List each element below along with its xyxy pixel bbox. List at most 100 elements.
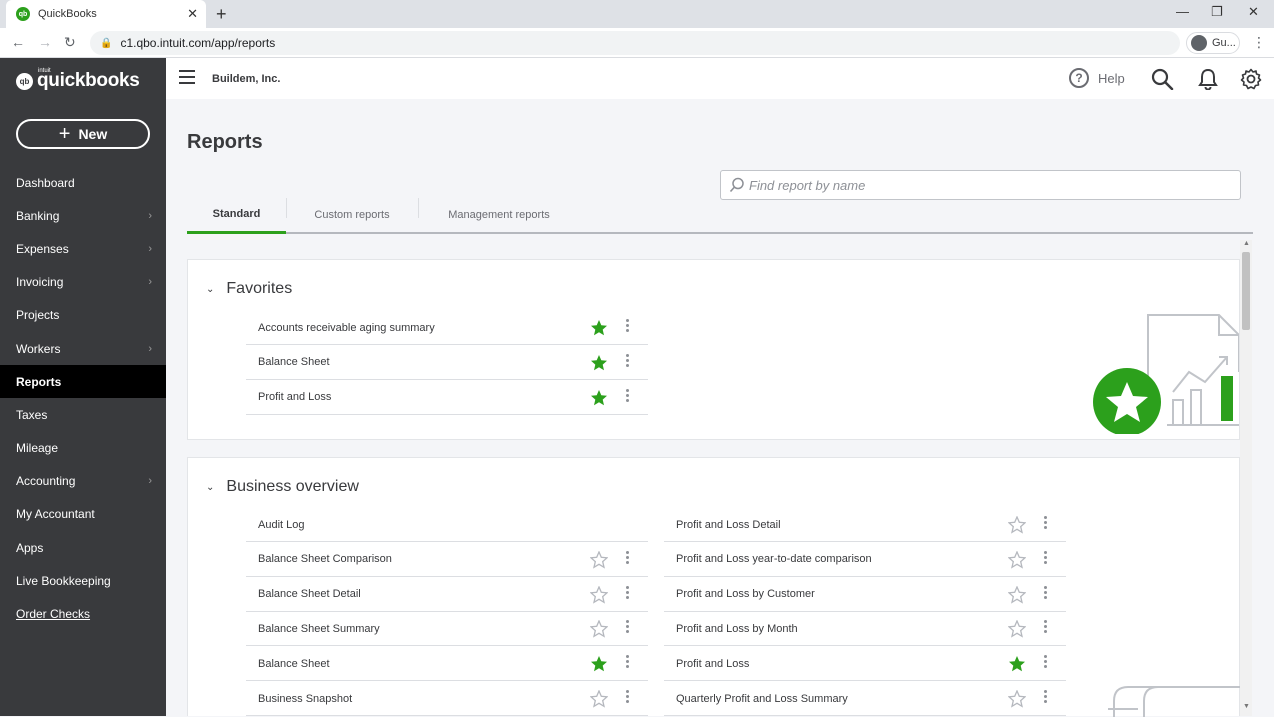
close-window-icon[interactable]: ✕ — [1248, 4, 1259, 20]
sidebar-item-my-accountant[interactable]: My Accountant — [0, 498, 166, 531]
forward-icon[interactable]: → — [38, 34, 52, 50]
browser-tab[interactable]: qb QuickBooks ✕ — [6, 0, 206, 28]
report-name[interactable]: Balance Sheet Comparison — [258, 553, 392, 565]
favorite-star-filled-icon[interactable] — [1008, 655, 1026, 673]
favorite-star-outline-icon[interactable] — [590, 585, 608, 604]
report-row[interactable]: Profit and Loss — [664, 647, 1066, 682]
report-name[interactable]: Profit and Loss — [258, 391, 331, 403]
favorite-star-outline-icon[interactable] — [1008, 620, 1026, 639]
new-tab-icon[interactable]: + — [216, 4, 227, 25]
more-options-icon[interactable] — [626, 620, 630, 635]
report-name[interactable]: Balance Sheet Detail — [258, 588, 361, 600]
tab-standard[interactable]: Standard — [187, 196, 286, 234]
profile-button[interactable]: Gu... — [1186, 32, 1240, 54]
report-row[interactable]: Profit and Loss by Month — [664, 612, 1066, 647]
favorite-star-filled-icon[interactable] — [590, 655, 608, 673]
more-options-icon[interactable] — [1044, 550, 1048, 566]
report-row[interactable]: Balance Sheet Summary — [246, 612, 648, 647]
url-field[interactable]: 🔒 c1.qbo.intuit.com/app/reports — [90, 31, 1180, 55]
sidebar-item-mileage[interactable]: Mileage — [0, 432, 166, 465]
help-button[interactable]: ? Help — [1069, 68, 1125, 88]
reload-icon[interactable]: ↻ — [64, 34, 76, 51]
report-name[interactable]: Balance Sheet — [258, 356, 330, 368]
sidebar-item-workers[interactable]: Workers › — [0, 332, 166, 365]
sidebar-item-projects[interactable]: Projects — [0, 299, 166, 332]
more-options-icon[interactable] — [626, 319, 630, 334]
more-options-icon[interactable] — [1044, 620, 1048, 635]
favorite-star-outline-icon[interactable] — [1008, 585, 1026, 604]
report-row[interactable]: Balance Sheet Comparison — [246, 543, 648, 577]
report-name[interactable]: Profit and Loss by Month — [676, 623, 798, 635]
report-row[interactable]: Balance Sheet — [246, 346, 648, 380]
favorite-star-outline-icon[interactable] — [590, 690, 608, 708]
report-name[interactable]: Business Snapshot — [258, 693, 352, 705]
settings-gear-icon[interactable] — [1240, 68, 1262, 90]
sidebar-item-apps[interactable]: Apps — [0, 531, 166, 564]
more-options-icon[interactable] — [626, 690, 630, 705]
search-icon[interactable] — [1151, 68, 1175, 90]
sidebar-item-order-checks[interactable]: Order Checks — [0, 597, 166, 630]
more-options-icon[interactable] — [626, 655, 630, 670]
report-name[interactable]: Profit and Loss by Customer — [676, 588, 815, 600]
report-row[interactable]: Accounts receivable aging summary — [246, 311, 648, 345]
sidebar-item-dashboard[interactable]: Dashboard — [0, 166, 166, 199]
favorite-star-outline-icon[interactable] — [1008, 690, 1026, 708]
report-row[interactable]: Balance Sheet — [246, 647, 648, 682]
back-icon[interactable]: ← — [11, 34, 25, 50]
sidebar-item-taxes[interactable]: Taxes — [0, 398, 166, 431]
report-row[interactable]: Quarterly Profit and Loss Summary — [664, 682, 1066, 716]
more-options-icon[interactable] — [1044, 690, 1048, 705]
favorite-star-filled-icon[interactable] — [590, 354, 608, 372]
sidebar-item-label: Dashboard — [16, 175, 75, 190]
favorites-header[interactable]: ⌄ Favorites — [206, 280, 292, 298]
report-row[interactable]: Business Snapshot — [246, 682, 648, 716]
report-row[interactable]: Audit Log — [246, 508, 648, 542]
favorite-star-outline-icon[interactable] — [590, 620, 608, 639]
sidebar-item-banking[interactable]: Banking › — [0, 199, 166, 232]
scrollbar-thumb[interactable] — [1242, 252, 1250, 330]
favorite-star-outline-icon[interactable] — [590, 550, 608, 569]
report-name[interactable]: Quarterly Profit and Loss Summary — [676, 693, 848, 705]
more-options-icon[interactable] — [1044, 655, 1048, 670]
quickbooks-logo[interactable]: qb intuit quickbooks — [16, 68, 140, 92]
business-overview-header[interactable]: ⌄ Business overview — [206, 478, 359, 496]
minimize-icon[interactable]: — — [1176, 4, 1189, 19]
close-tab-icon[interactable]: ✕ — [187, 6, 198, 22]
report-name[interactable]: Profit and Loss year-to-date comparison — [676, 553, 872, 565]
browser-menu-icon[interactable]: ⋮ — [1252, 34, 1266, 51]
sidebar-item-invoicing[interactable]: Invoicing › — [0, 266, 166, 299]
report-name[interactable]: Audit Log — [258, 519, 304, 531]
hamburger-menu-icon[interactable] — [179, 70, 195, 88]
scroll-down-icon[interactable]: ▼ — [1243, 703, 1250, 710]
more-options-icon[interactable] — [1044, 516, 1048, 531]
scroll-up-icon[interactable]: ▲ — [1243, 240, 1250, 247]
sidebar-item-reports[interactable]: Reports — [0, 365, 166, 399]
report-name[interactable]: Profit and Loss Detail — [676, 519, 781, 531]
notifications-bell-icon[interactable] — [1198, 68, 1218, 90]
report-name[interactable]: Balance Sheet Summary — [258, 623, 380, 635]
report-name[interactable]: Profit and Loss — [676, 658, 749, 670]
tab-management-reports[interactable]: Management reports — [425, 196, 573, 234]
report-row[interactable]: Profit and Loss — [246, 381, 648, 415]
more-options-icon[interactable] — [626, 550, 630, 566]
report-row[interactable]: Profit and Loss Detail — [664, 508, 1066, 542]
favorite-star-outline-icon[interactable] — [1008, 550, 1026, 569]
favorite-star-filled-icon[interactable] — [590, 319, 608, 337]
report-name[interactable]: Balance Sheet — [258, 658, 330, 670]
report-row[interactable]: Profit and Loss by Customer — [664, 578, 1066, 612]
report-row[interactable]: Balance Sheet Detail — [246, 578, 648, 612]
more-options-icon[interactable] — [626, 388, 630, 404]
restore-icon[interactable]: ❐ — [1211, 4, 1223, 20]
more-options-icon[interactable] — [626, 353, 630, 369]
sidebar-item-expenses[interactable]: Expenses › — [0, 232, 166, 265]
report-name[interactable]: Accounts receivable aging summary — [258, 322, 435, 334]
favorite-star-filled-icon[interactable] — [590, 389, 608, 407]
favorite-star-outline-icon[interactable] — [1008, 516, 1026, 534]
more-options-icon[interactable] — [626, 585, 630, 601]
sidebar-item-live-bookkeeping[interactable]: Live Bookkeeping — [0, 564, 166, 597]
sidebar-item-accounting[interactable]: Accounting › — [0, 465, 166, 498]
tab-custom-reports[interactable]: Custom reports — [293, 196, 411, 234]
new-button[interactable]: + New — [16, 119, 150, 149]
more-options-icon[interactable] — [1044, 585, 1048, 601]
report-row[interactable]: Profit and Loss year-to-date comparison — [664, 543, 1066, 577]
